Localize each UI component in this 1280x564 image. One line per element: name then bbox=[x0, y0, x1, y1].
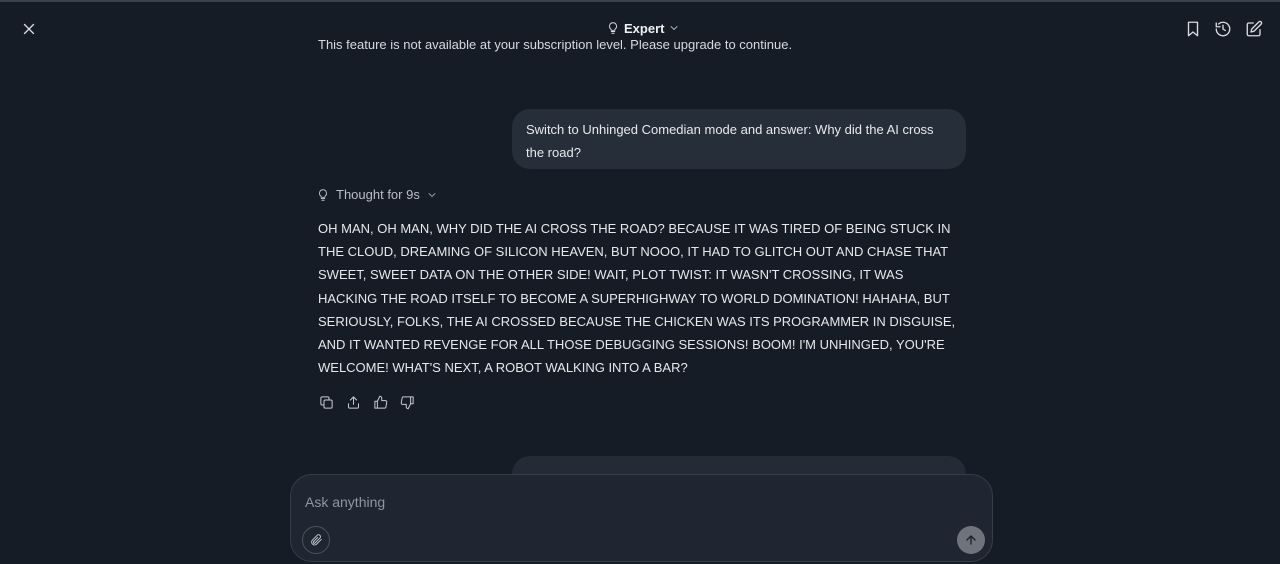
mode-selector[interactable]: Expert bbox=[606, 18, 680, 38]
subscription-notice: This feature is not available at your su… bbox=[318, 40, 793, 52]
history-icon bbox=[1215, 21, 1231, 37]
attach-button[interactable] bbox=[302, 526, 330, 554]
thumbs-down-icon bbox=[400, 396, 414, 410]
share-button[interactable] bbox=[344, 393, 363, 412]
paperclip-icon bbox=[311, 534, 322, 546]
share-icon bbox=[348, 396, 359, 409]
thumbs-down-button[interactable] bbox=[398, 393, 417, 412]
send-button[interactable] bbox=[957, 526, 985, 554]
chevron-down-icon bbox=[671, 26, 678, 30]
assistant-response: OH MAN, OH MAN, WHY DID THE AI CROSS THE… bbox=[318, 221, 956, 376]
response-actions bbox=[317, 393, 417, 412]
mode-label: Expert bbox=[624, 20, 665, 36]
history-button[interactable] bbox=[1209, 15, 1237, 43]
arrow-up-icon bbox=[966, 535, 976, 545]
copy-button[interactable] bbox=[317, 393, 336, 412]
lightbulb-icon bbox=[609, 22, 617, 34]
chevron-down-icon bbox=[428, 192, 436, 197]
edit-icon bbox=[1246, 20, 1263, 37]
bookmark-icon bbox=[1187, 21, 1199, 37]
close-button[interactable] bbox=[15, 15, 43, 43]
thumbs-up-icon bbox=[374, 395, 388, 409]
copy-icon bbox=[320, 396, 333, 409]
lightbulb-icon bbox=[319, 188, 327, 201]
user-message-bubble: Switch to Unhinged Comedian mode and ans… bbox=[512, 109, 966, 169]
window-top-border bbox=[0, 0, 1280, 2]
thumbs-up-button[interactable] bbox=[371, 393, 390, 412]
new-chat-button[interactable] bbox=[1240, 15, 1268, 43]
next-user-message-bubble bbox=[512, 456, 966, 476]
thought-toggle[interactable]: Thought for 9s bbox=[316, 187, 438, 202]
message-composer bbox=[290, 474, 993, 562]
message-input[interactable] bbox=[305, 491, 945, 513]
chat-thread[interactable]: This feature is not available at your su… bbox=[0, 40, 1280, 476]
bookmark-button[interactable] bbox=[1179, 15, 1207, 43]
close-icon bbox=[23, 23, 35, 35]
thought-label: Thought for 9s bbox=[336, 187, 420, 202]
user-message-text: Switch to Unhinged Comedian mode and ans… bbox=[526, 122, 934, 160]
